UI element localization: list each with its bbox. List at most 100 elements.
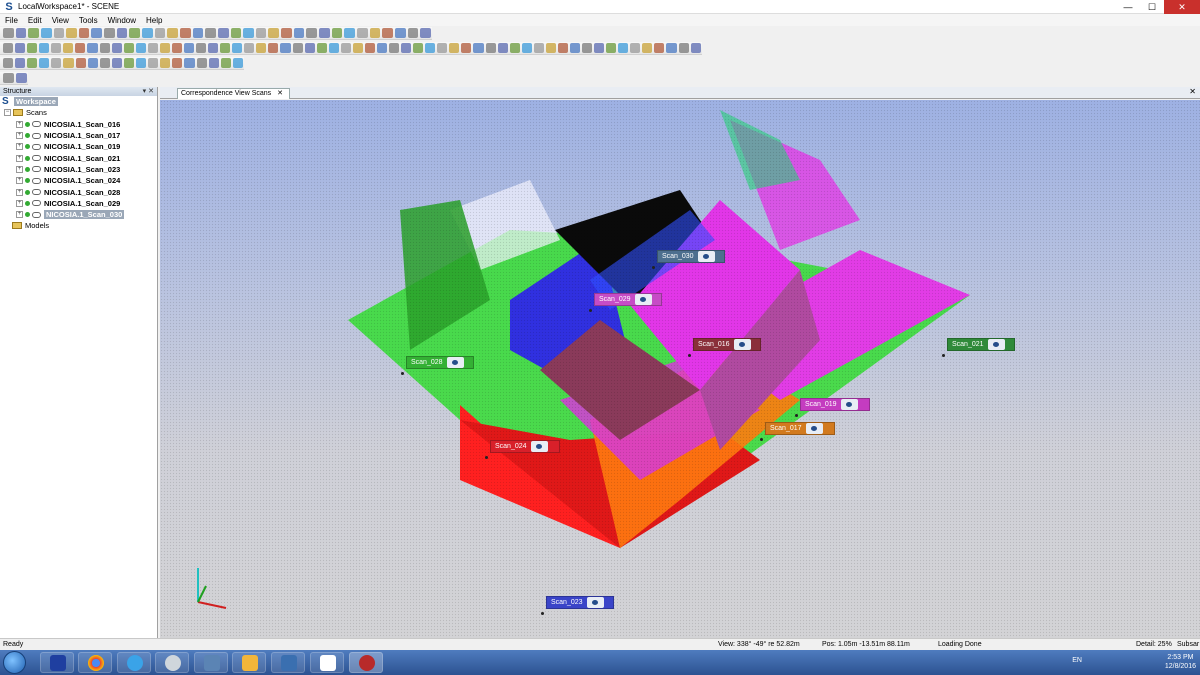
eye-icon[interactable]: [446, 357, 464, 368]
toolbar-button-icon[interactable]: [654, 43, 665, 53]
scan-position-marker[interactable]: [401, 372, 404, 375]
toolbar-button-icon[interactable]: [160, 58, 171, 68]
toolbar-button-icon[interactable]: [389, 43, 400, 53]
toolbar-button-icon[interactable]: [243, 28, 254, 38]
eye-icon[interactable]: [805, 423, 823, 434]
taskbar-app-save[interactable]: [40, 652, 74, 673]
toolbar-button-icon[interactable]: [159, 43, 170, 53]
eye-icon[interactable]: [697, 251, 715, 262]
toolbar-button-icon[interactable]: [557, 43, 568, 53]
toolbar-button-icon[interactable]: [16, 73, 27, 83]
toolbar-button-icon[interactable]: [281, 28, 292, 38]
toolbar-button-icon[interactable]: [268, 28, 280, 38]
toolbar-button-icon[interactable]: [3, 43, 14, 53]
scan-tag[interactable]: Scan_017: [765, 422, 835, 435]
toolbar-button-icon[interactable]: [220, 43, 231, 53]
toolbar-button-icon[interactable]: [413, 43, 424, 53]
eye-icon[interactable]: [840, 399, 858, 410]
toolbar-button-icon[interactable]: [147, 43, 158, 53]
toolbar-button-icon[interactable]: [179, 28, 191, 38]
scan-tag[interactable]: Scan_029: [594, 293, 662, 306]
toolbar-button-icon[interactable]: [425, 43, 436, 53]
expand-icon[interactable]: +: [16, 177, 23, 185]
toolbar-button-icon[interactable]: [116, 28, 128, 38]
toolbar-button-icon[interactable]: [690, 43, 701, 53]
tab-correspondence-view[interactable]: Correspondence View Scans ✕: [177, 88, 291, 99]
toolbar-button-icon[interactable]: [75, 43, 86, 53]
expand-icon[interactable]: +: [16, 199, 23, 207]
toolbar-button-icon[interactable]: [75, 58, 86, 68]
toolbar-button-icon[interactable]: [123, 43, 134, 53]
menu-view[interactable]: View: [47, 16, 74, 25]
expand-icon[interactable]: +: [16, 165, 23, 173]
toolbar-button-icon[interactable]: [167, 28, 178, 38]
taskbar-app-draw[interactable]: [271, 652, 305, 673]
toolbar-button-icon[interactable]: [91, 28, 103, 38]
toolbar-button-icon[interactable]: [220, 58, 231, 68]
toolbar-button-icon[interactable]: [306, 28, 318, 38]
toolbar-button-icon[interactable]: [256, 43, 267, 53]
toolbar-button-icon[interactable]: [678, 43, 689, 53]
toolbar-button-icon[interactable]: [27, 58, 38, 68]
toolbar-button-icon[interactable]: [196, 43, 207, 53]
toolbar-button-icon[interactable]: [304, 43, 315, 53]
expand-icon[interactable]: +: [16, 120, 23, 128]
toolbar-button-icon[interactable]: [594, 43, 605, 53]
toolbar-button-icon[interactable]: [111, 43, 122, 53]
toolbar-button-icon[interactable]: [382, 28, 393, 38]
scan-position-marker[interactable]: [942, 354, 945, 357]
toolbar-button-icon[interactable]: [582, 43, 593, 53]
toolbar-button-icon[interactable]: [129, 28, 141, 38]
toolbar-button-icon[interactable]: [208, 43, 219, 53]
toolbar-button-icon[interactable]: [509, 43, 520, 53]
tree-scan-item[interactable]: + NICOSIA.1_Scan_021: [0, 152, 157, 163]
toolbar-button-icon[interactable]: [63, 58, 74, 68]
scan-tag[interactable]: Scan_019: [800, 398, 870, 411]
toolbar-button-icon[interactable]: [268, 43, 279, 53]
scan-tag[interactable]: Scan_030: [657, 250, 725, 263]
expand-icon[interactable]: +: [16, 154, 23, 162]
toolbar-button-icon[interactable]: [15, 28, 27, 38]
toolbar-button-icon[interactable]: [666, 43, 677, 53]
menu-edit[interactable]: Edit: [23, 16, 47, 25]
scan-position-marker[interactable]: [485, 456, 488, 459]
toolbar-button-icon[interactable]: [99, 58, 110, 68]
toolbar-button-icon[interactable]: [497, 43, 508, 53]
toolbar-button-icon[interactable]: [521, 43, 532, 53]
toolbar-button-icon[interactable]: [437, 43, 448, 53]
toolbar-button-icon[interactable]: [196, 58, 207, 68]
toolbar-button-icon[interactable]: [473, 43, 484, 53]
menu-help[interactable]: Help: [141, 16, 167, 25]
tab-close-icon[interactable]: ✕: [277, 89, 283, 99]
tree-scan-item[interactable]: + NICOSIA.1_Scan_019: [0, 141, 157, 152]
scan-position-marker[interactable]: [589, 309, 592, 312]
toolbar-button-icon[interactable]: [461, 43, 472, 53]
scan-tag[interactable]: Scan_016: [693, 338, 761, 351]
toolbar-button-icon[interactable]: [618, 43, 629, 53]
toolbar-button-icon[interactable]: [244, 43, 255, 53]
toolbar-button-icon[interactable]: [449, 43, 460, 53]
toolbar-button-icon[interactable]: [230, 28, 242, 38]
toolbar-button-icon[interactable]: [148, 58, 159, 68]
taskbar-app-chrome[interactable]: [78, 652, 112, 673]
expand-icon[interactable]: +: [16, 188, 23, 196]
toolbar-button-icon[interactable]: [485, 43, 496, 53]
maximize-button[interactable]: ☐: [1140, 0, 1164, 14]
expand-icon[interactable]: +: [16, 211, 23, 219]
toolbar-button-icon[interactable]: [28, 28, 39, 38]
tree-scan-item[interactable]: + NICOSIA.1_Scan_024: [0, 175, 157, 186]
toolbar-button-icon[interactable]: [87, 58, 98, 68]
expand-icon[interactable]: +: [16, 143, 23, 151]
menu-file[interactable]: File: [0, 16, 23, 25]
toolbar-button-icon[interactable]: [53, 28, 65, 38]
toolbar-button-icon[interactable]: [3, 58, 14, 68]
toolbar-button-icon[interactable]: [292, 43, 303, 53]
toolbar-button-icon[interactable]: [123, 58, 135, 68]
eye-icon[interactable]: [987, 339, 1005, 350]
toolbar-button-icon[interactable]: [319, 28, 330, 38]
toolbar-button-icon[interactable]: [183, 43, 194, 53]
toolbar-button-icon[interactable]: [533, 43, 544, 53]
tree-scan-item[interactable]: + NICOSIA.1_Scan_028: [0, 186, 157, 197]
toolbar-button-icon[interactable]: [420, 28, 431, 38]
toolbar-button-icon[interactable]: [316, 43, 327, 53]
